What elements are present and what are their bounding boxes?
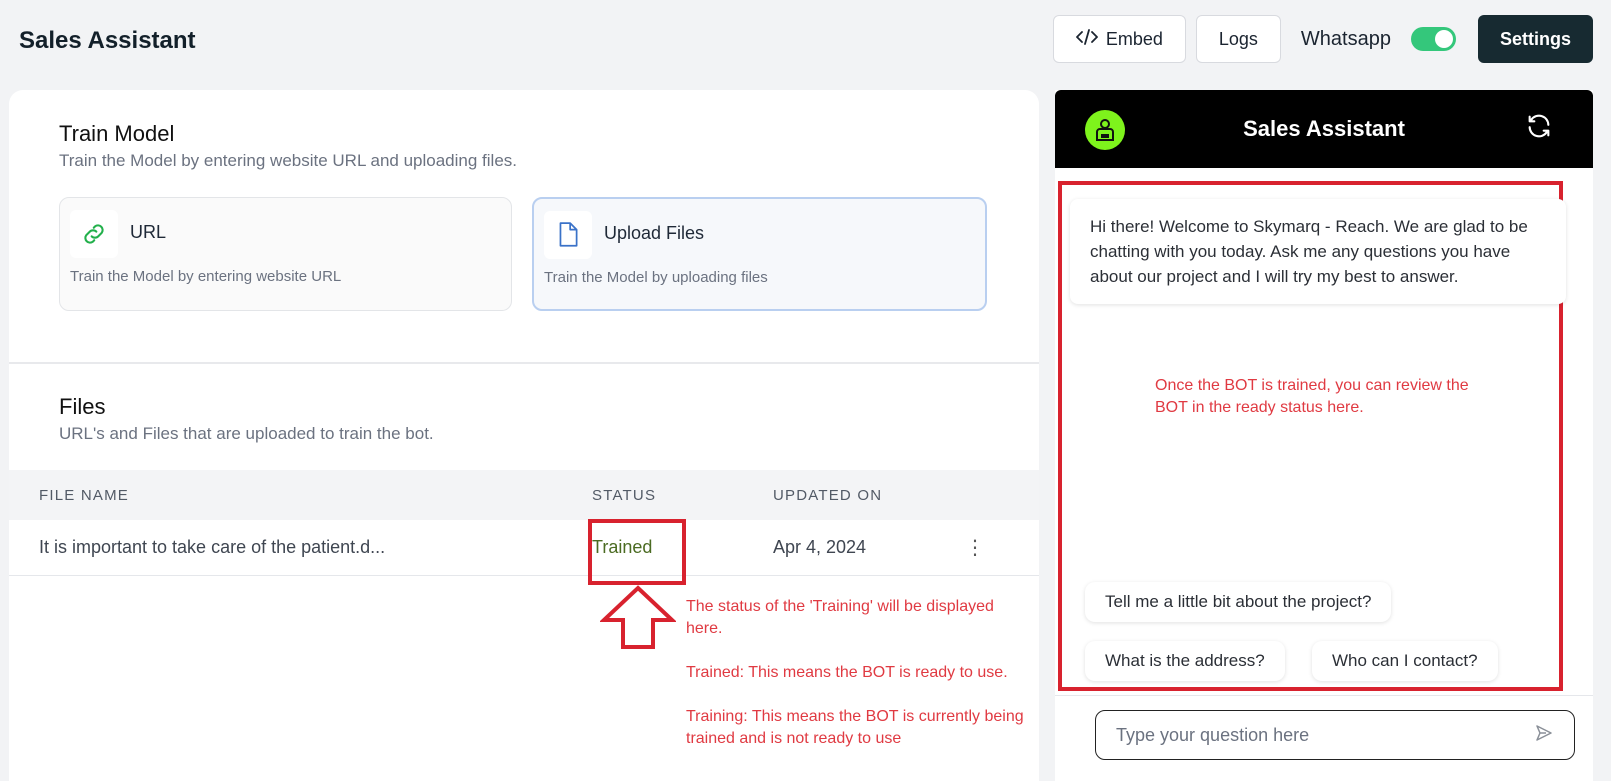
link-icon: [70, 210, 118, 258]
whatsapp-label: Whatsapp: [1300, 27, 1391, 50]
chat-input[interactable]: [1116, 724, 1534, 746]
more-options-icon[interactable]: ⋮: [965, 535, 985, 560]
url-card[interactable]: URL Train the Model by entering website …: [59, 197, 512, 311]
refresh-icon[interactable]: [1525, 112, 1553, 145]
file-name-cell: It is important to take care of the pati…: [39, 537, 386, 557]
suggestion-chip[interactable]: Who can I contact?: [1312, 641, 1498, 681]
suggestion-chip[interactable]: What is the address?: [1085, 641, 1285, 681]
train-options: URL Train the Model by entering website …: [59, 197, 987, 311]
files-subtitle: URL's and Files that are uploaded to tra…: [59, 424, 434, 443]
updated-on-cell: Apr 4, 2024: [773, 537, 867, 557]
chat-divider: [1055, 695, 1593, 696]
chat-header: Sales Assistant: [1055, 90, 1593, 168]
welcome-message: Hi there! Welcome to Skymarq - Reach. We…: [1070, 199, 1566, 304]
annotation-line: Trained: This means the BOT is ready to …: [686, 664, 1008, 681]
url-card-desc: Train the Model by entering website URL: [70, 268, 342, 285]
status-highlight-box: [588, 519, 686, 585]
files-table-header: FILE NAME STATUS UPDATED ON: [9, 470, 1039, 520]
suggestion-chip[interactable]: Tell me a little bit about the project?: [1085, 582, 1392, 622]
upload-files-card[interactable]: Upload Files Train the Model by uploadin…: [532, 197, 987, 311]
toggle-knob: [1434, 30, 1453, 48]
column-status: STATUS: [592, 486, 657, 504]
train-model-subtitle: Train the Model by entering website URL …: [59, 151, 518, 170]
files-section: Files URL's and Files that are uploaded …: [59, 394, 434, 444]
annotation-line: The status of the 'Training' will be dis…: [686, 598, 994, 637]
up-arrow-annotation: [598, 585, 678, 656]
chat-title: Sales Assistant: [1243, 116, 1405, 141]
chat-preview: Sales Assistant Hi there! Welcome to Sky…: [1055, 90, 1593, 781]
header-actions: Embed Logs Whatsapp Settings: [1052, 15, 1593, 63]
status-annotation: The status of the 'Training' will be dis…: [686, 596, 1026, 772]
annotation-line: Training: This means the BOT is currentl…: [686, 708, 1024, 747]
logs-button[interactable]: Logs: [1195, 15, 1281, 63]
section-divider: [9, 362, 1039, 364]
upload-card-title: Upload Files: [604, 223, 705, 243]
chat-annotation: Once the BOT is trained, you can review …: [1155, 377, 1469, 416]
table-row[interactable]: It is important to take care of the pati…: [9, 520, 1039, 576]
whatsapp-toggle[interactable]: [1410, 27, 1456, 51]
column-updated-on: UPDATED ON: [773, 486, 883, 504]
upload-card-desc: Train the Model by uploading files: [544, 269, 768, 286]
url-card-title: URL: [130, 222, 167, 242]
embed-label: Embed: [1105, 28, 1163, 49]
train-model-section: Train Model Train the Model by entering …: [59, 121, 517, 171]
page-title: Sales Assistant: [19, 27, 196, 54]
train-model-title: Train Model: [59, 121, 175, 146]
chat-input-box: [1095, 710, 1575, 760]
file-icon: [544, 211, 592, 259]
embed-button[interactable]: Embed: [1052, 15, 1186, 63]
send-icon[interactable]: [1534, 723, 1554, 748]
bot-avatar-icon: [1085, 110, 1125, 150]
settings-button[interactable]: Settings: [1477, 15, 1593, 63]
code-icon: [1075, 28, 1098, 51]
column-file-name: FILE NAME: [39, 486, 129, 504]
files-title: Files: [59, 394, 106, 419]
